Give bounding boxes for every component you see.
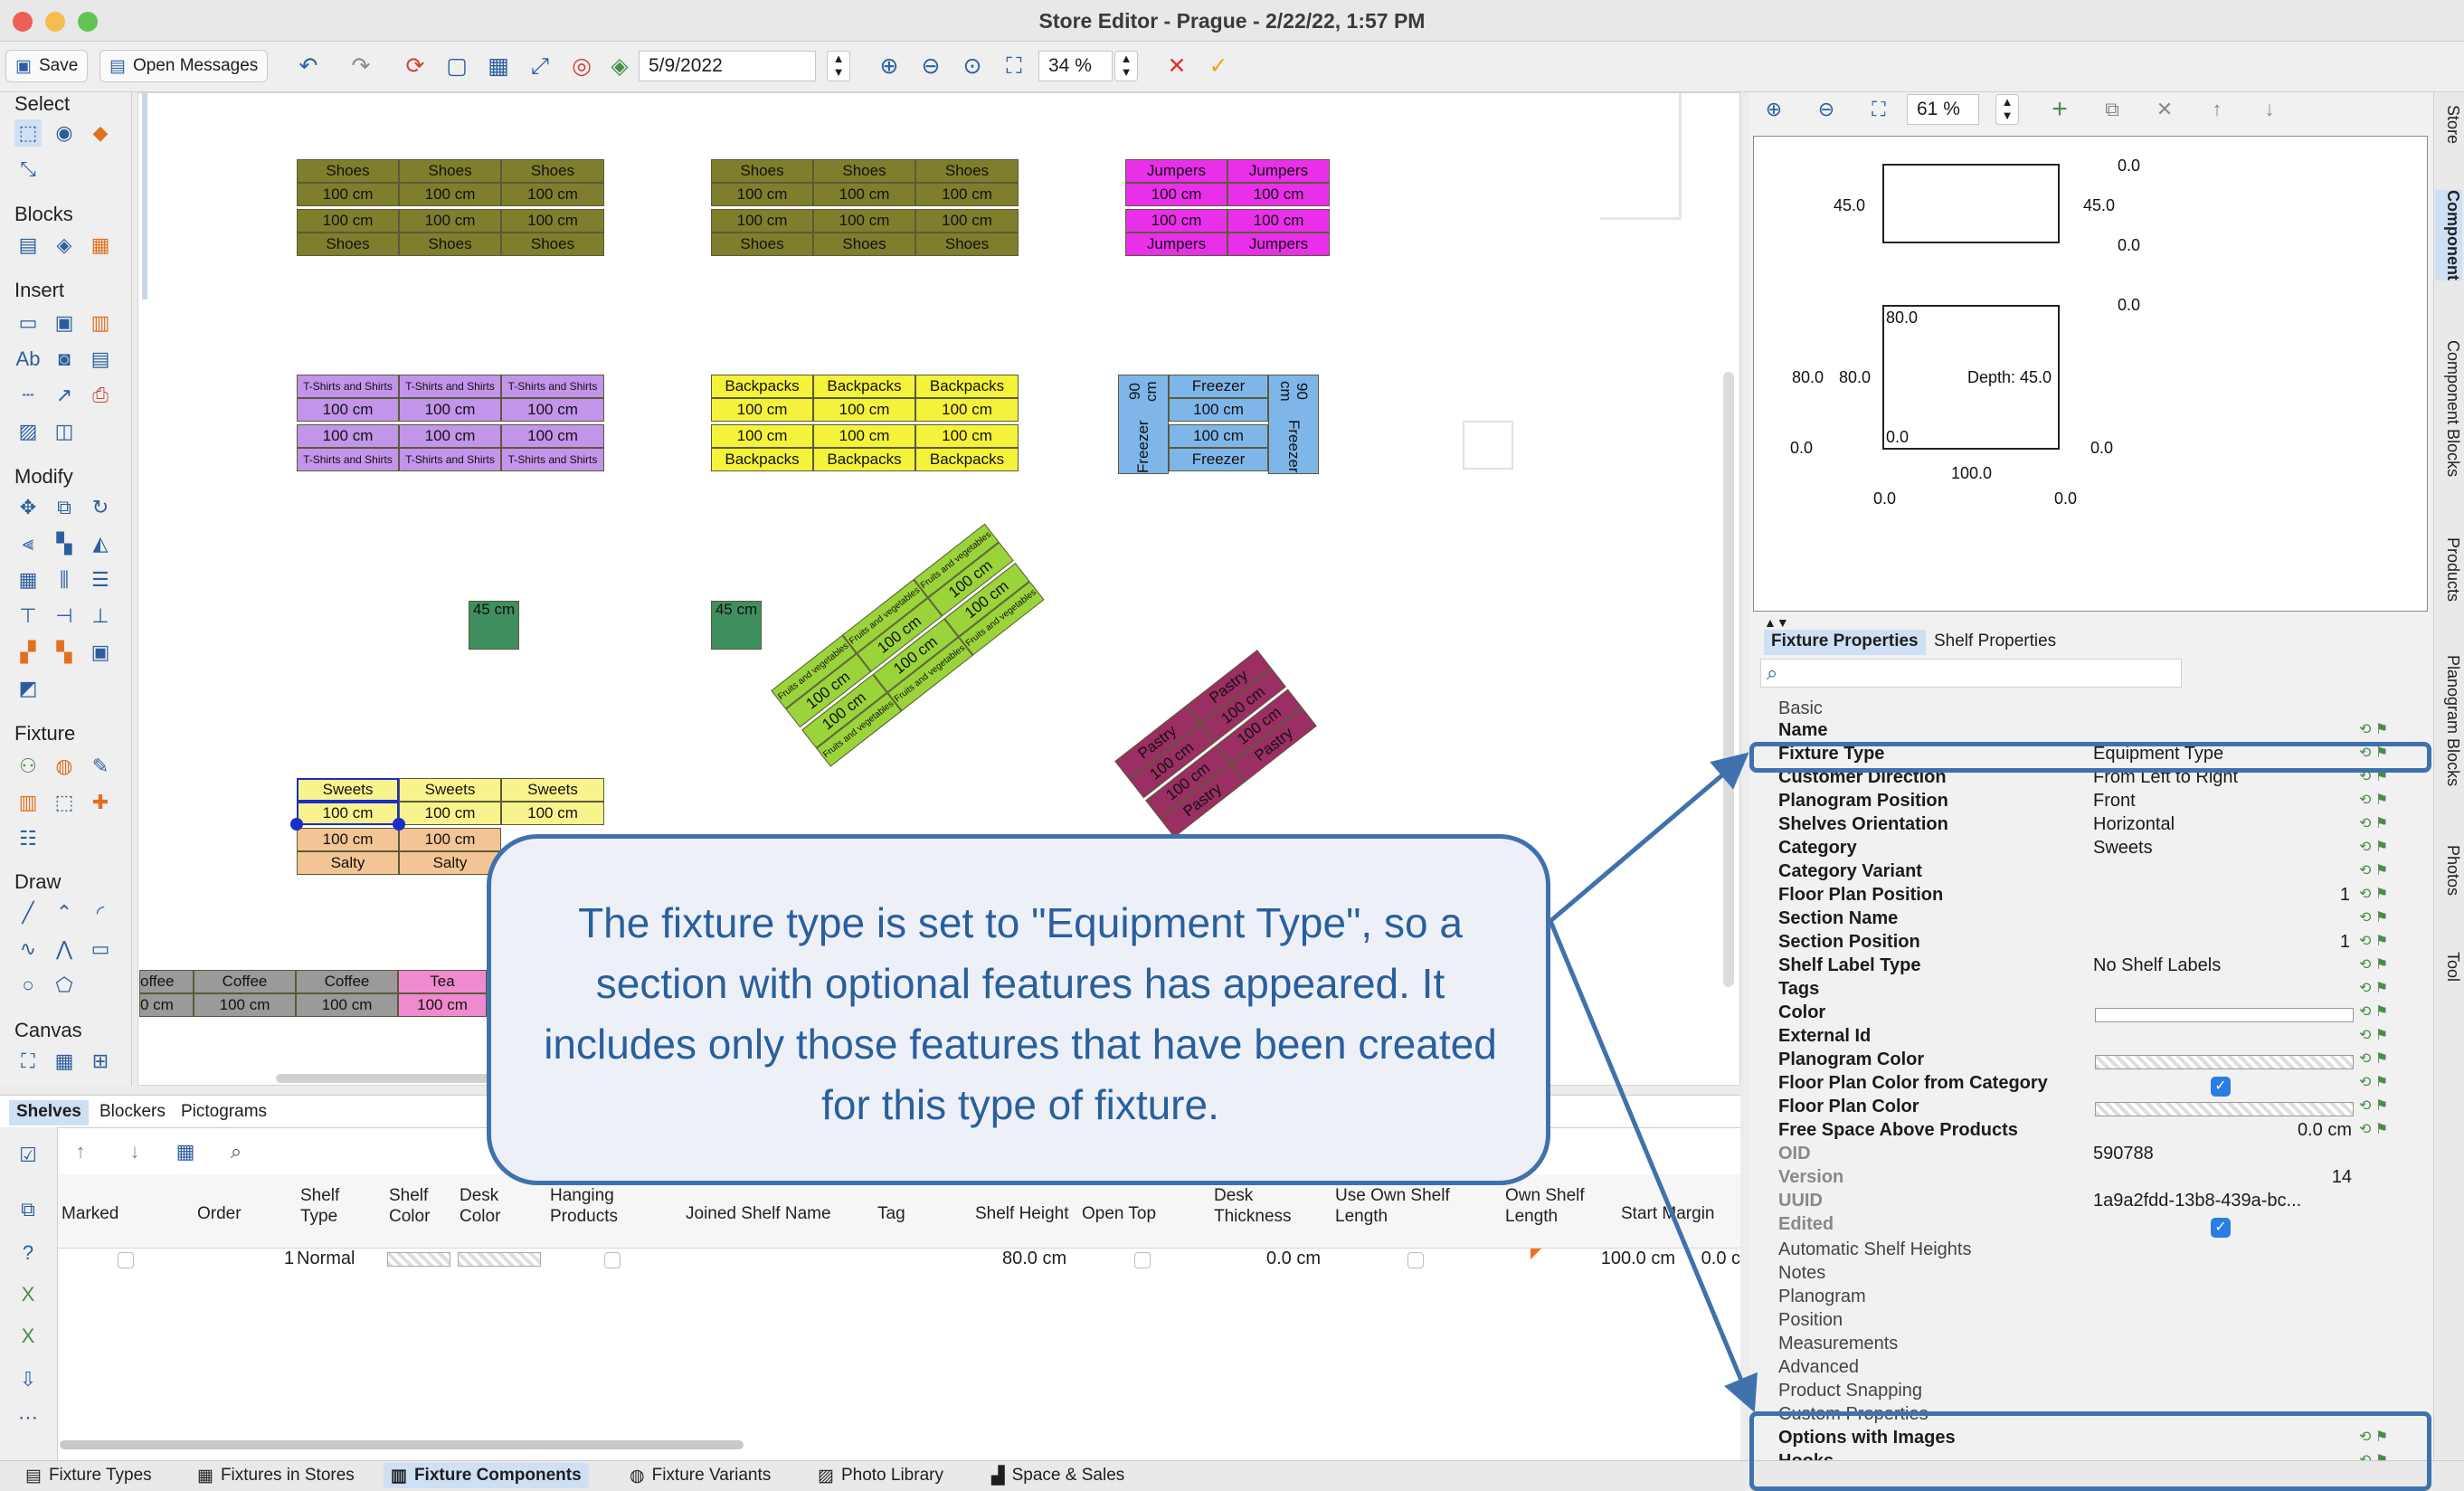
arrow-to-custom-properties bbox=[1548, 920, 1758, 1413]
arrow-to-fixture-type bbox=[1549, 752, 1749, 923]
highlight-fixture-type bbox=[1749, 742, 2431, 773]
highlight-custom-properties bbox=[1749, 1411, 2431, 1491]
annotation-callout: The fixture type is set to "Equipment Ty… bbox=[487, 834, 1550, 1185]
callout-text: The fixture type is set to "Equipment Ty… bbox=[544, 899, 1497, 1128]
